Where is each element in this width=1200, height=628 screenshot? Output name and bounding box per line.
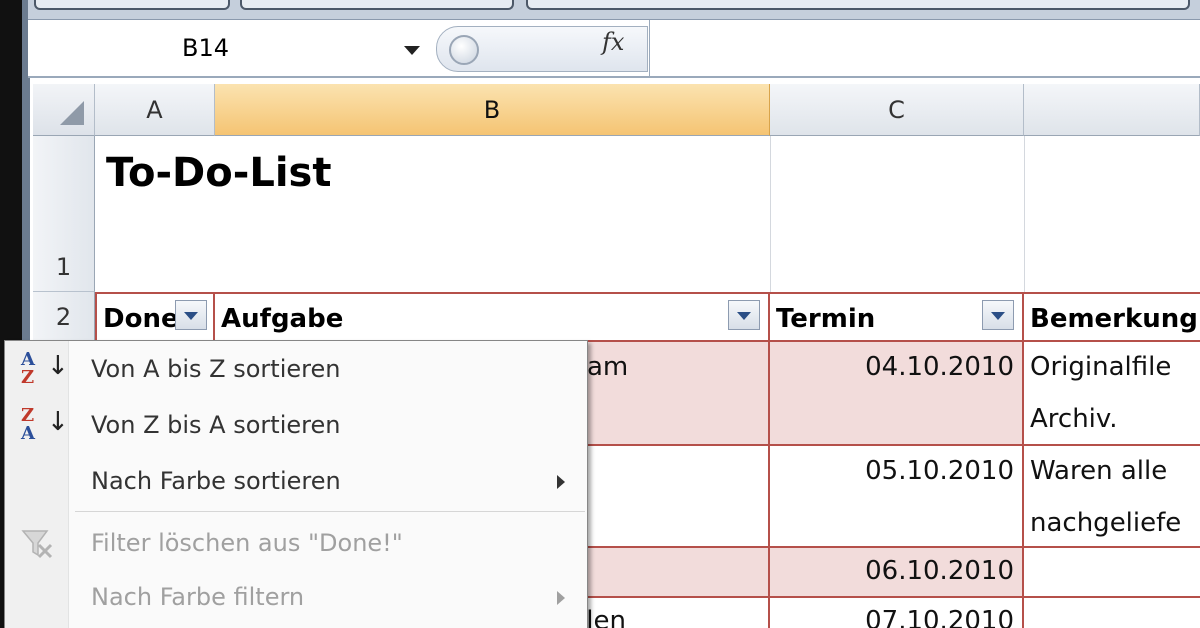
header-cell-aufgabe[interactable]: Aufgabe — [215, 292, 770, 342]
cell-date: 05.10.2010 — [865, 456, 1014, 486]
divider — [649, 20, 650, 76]
header-cell-bemerkung[interactable]: Bemerkung — [1024, 292, 1200, 342]
menu-item-label: Von A bis Z sortieren — [91, 355, 341, 383]
header-done-label: Done — [103, 304, 179, 334]
header-bemerkung-label: Bemerkung — [1030, 304, 1198, 334]
ribbon-strip — [28, 0, 1200, 20]
insert-function-icon[interactable]: fx — [602, 28, 624, 56]
select-all-icon — [60, 101, 84, 125]
name-box[interactable]: B14 — [32, 26, 450, 74]
cell-date: 07.10.2010 — [865, 606, 1014, 628]
column-header-c[interactable]: C — [770, 84, 1024, 136]
menu-separator — [75, 511, 585, 512]
cell-termin[interactable]: 05.10.2010 — [770, 446, 1024, 548]
formula-bar: B14 fx — [28, 20, 1200, 78]
cell-text: nachgeliefe — [1030, 508, 1182, 538]
filter-dropdown-aufgabe[interactable] — [728, 300, 760, 330]
cell-text: Waren alle — [1030, 456, 1168, 486]
submenu-arrow-icon — [557, 591, 565, 605]
ribbon-group[interactable] — [34, 0, 230, 10]
sort-a-z-icon: A Z ↓ — [21, 349, 69, 388]
menu-item-label: Filter löschen aus "Done!" — [91, 529, 403, 557]
cell-termin[interactable]: 06.10.2010 — [770, 548, 1024, 598]
cell-text: Archiv. — [1030, 404, 1118, 434]
cell-bemerkung[interactable]: Originalfile Archiv. — [1024, 342, 1200, 446]
cell-bemerkung[interactable]: Waren alle nachgeliefe — [1024, 446, 1200, 548]
column-header-d[interactable] — [1024, 84, 1200, 136]
row-header-2[interactable]: 2 — [33, 292, 95, 342]
cell-date: 04.10.2010 — [865, 352, 1014, 382]
header-termin-label: Termin — [776, 304, 876, 334]
menu-item-sort-by-color[interactable]: Nach Farbe sortieren — [5, 455, 585, 509]
cell-text: Originalfile — [1030, 352, 1172, 382]
menu-item-label: Von Z bis A sortieren — [91, 411, 341, 439]
column-header-b[interactable]: B — [215, 84, 770, 136]
ribbon-group[interactable] — [240, 0, 514, 10]
submenu-arrow-icon — [557, 475, 565, 489]
filter-dropdown-termin[interactable] — [982, 300, 1014, 330]
row-header-1[interactable]: 1 — [33, 136, 95, 292]
filter-context-menu: A Z ↓ Von A bis Z sortieren Z A ↓ Von Z … — [4, 340, 588, 628]
cell-date: 06.10.2010 — [865, 556, 1014, 586]
menu-item-label: Nach Farbe sortieren — [91, 467, 341, 495]
chevron-down-icon[interactable] — [404, 46, 420, 55]
filter-dropdown-done[interactable] — [175, 300, 207, 330]
menu-item-clear-filter[interactable]: Filter löschen aus "Done!" — [5, 517, 585, 571]
gridline — [770, 136, 771, 292]
header-aufgabe-label: Aufgabe — [221, 304, 344, 334]
menu-item-label: Nach Farbe filtern — [91, 583, 305, 611]
clear-filter-icon — [17, 523, 57, 567]
name-box-value: B14 — [182, 34, 230, 62]
drag-knob-icon[interactable] — [449, 35, 479, 65]
ribbon-group[interactable] — [526, 0, 1190, 10]
column-header-a[interactable]: A — [95, 84, 215, 136]
cell-bemerkung[interactable] — [1024, 548, 1200, 598]
menu-item-sort-z-a[interactable]: Z A ↓ Von Z bis A sortieren — [5, 399, 585, 453]
cell-termin[interactable]: 07.10.2010 — [770, 598, 1024, 628]
menu-item-filter-by-color[interactable]: Nach Farbe filtern — [5, 571, 585, 625]
sort-z-a-icon: Z A ↓ — [21, 405, 69, 444]
select-all-corner[interactable] — [33, 84, 95, 136]
sheet-title: To-Do-List — [106, 150, 332, 196]
cell-text: am — [587, 352, 629, 382]
gridline — [1024, 136, 1025, 292]
menu-item-sort-a-z[interactable]: A Z ↓ Von A bis Z sortieren — [5, 343, 585, 397]
cell-termin[interactable]: 04.10.2010 — [770, 342, 1024, 446]
